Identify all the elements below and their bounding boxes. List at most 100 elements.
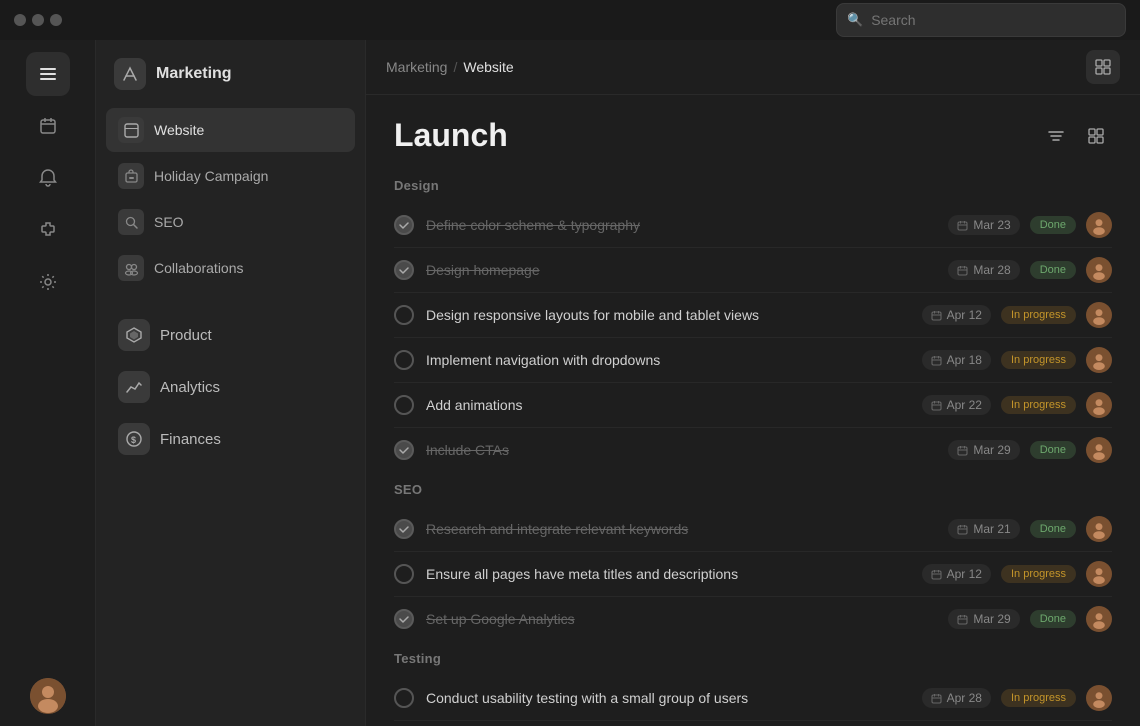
task-checkbox[interactable]	[394, 609, 414, 629]
task-item: Ensure all pages have meta titles and de…	[394, 552, 1112, 597]
section-label: Testing	[394, 651, 1112, 666]
task-avatar	[1086, 392, 1112, 418]
sidebar-icon-puzzle[interactable]	[26, 208, 70, 252]
task-item: Set up Google Analytics Mar 29 Done	[394, 597, 1112, 641]
nav-item-holiday-campaign[interactable]: Holiday Campaign	[106, 154, 355, 198]
task-avatar	[1086, 257, 1112, 283]
task-item: Implement navigation with dropdowns Apr …	[394, 338, 1112, 383]
task-status: Done	[1030, 610, 1076, 628]
task-meta: Mar 29Done	[948, 437, 1112, 463]
nav-section-analytics[interactable]: Analytics	[106, 362, 355, 412]
task-meta: Mar 23Done	[948, 212, 1112, 238]
finances-icon: $	[118, 423, 150, 455]
nav-section-product[interactable]: Product	[106, 310, 355, 360]
task-date: Mar 21	[948, 519, 1019, 539]
sidebar-icon-bell[interactable]	[26, 156, 70, 200]
task-date: Mar 28	[948, 260, 1019, 280]
task-checkbox[interactable]	[394, 395, 414, 415]
fullscreen-button[interactable]	[50, 14, 62, 26]
icon-sidebar	[0, 40, 96, 726]
task-avatar	[1086, 685, 1112, 711]
task-text: Define color scheme & typography	[426, 217, 936, 233]
minimize-button[interactable]	[32, 14, 44, 26]
svg-text:$: $	[131, 435, 136, 445]
task-date: Mar 29	[948, 609, 1019, 629]
task-status: Done	[1030, 520, 1076, 538]
nav-item-website-label: Website	[154, 122, 204, 138]
task-item: Conduct usability testing with a small g…	[394, 676, 1112, 721]
grid-view-button[interactable]	[1080, 120, 1112, 152]
task-avatar	[1086, 302, 1112, 328]
sidebar-icon-settings[interactable]	[26, 260, 70, 304]
nav-item-collaborations[interactable]: Collaborations	[106, 246, 355, 290]
section-label: Design	[394, 178, 1112, 193]
task-status: In progress	[1001, 306, 1076, 324]
task-meta: Mar 29 Done	[948, 606, 1112, 632]
task-checkbox[interactable]	[394, 440, 414, 460]
task-checkbox[interactable]	[394, 215, 414, 235]
task-checkbox[interactable]	[394, 519, 414, 539]
task-item: Research and integrate relevant keywords…	[394, 507, 1112, 552]
task-avatar	[1086, 606, 1112, 632]
task-avatar	[1086, 561, 1112, 587]
page-header-actions	[1040, 120, 1112, 152]
user-avatar[interactable]	[30, 678, 66, 714]
nav-items: Website Holiday Campaign	[96, 104, 365, 296]
task-item: Add animations Apr 22 In progress	[394, 383, 1112, 428]
task-avatar	[1086, 212, 1112, 238]
nav-item-seo[interactable]: SEO	[106, 200, 355, 244]
breadcrumb-current: Website	[463, 59, 513, 75]
section-design: Design Define color scheme & typography M…	[394, 178, 1112, 472]
task-status: Done	[1030, 216, 1076, 234]
close-button[interactable]	[14, 14, 26, 26]
task-text: Add animations	[426, 397, 910, 413]
product-icon	[118, 319, 150, 351]
nav-item-seo-label: SEO	[154, 214, 184, 230]
task-item: Design homepage Mar 28Done	[394, 248, 1112, 293]
content-area: Design Define color scheme & typography M…	[366, 168, 1140, 726]
task-status: In progress	[1001, 396, 1076, 414]
filter-button[interactable]	[1040, 120, 1072, 152]
task-text: Implement navigation with dropdowns	[426, 352, 910, 368]
nav-section-finances[interactable]: $ Finances	[106, 414, 355, 464]
task-text: Design responsive layouts for mobile and…	[426, 307, 910, 323]
task-checkbox[interactable]	[394, 260, 414, 280]
task-date: Apr 28	[922, 688, 991, 708]
nav-header-icon	[114, 58, 146, 90]
task-meta: Apr 18In progress	[922, 347, 1112, 373]
search-bar: 🔍	[836, 3, 1126, 37]
page-title: Launch	[394, 117, 508, 154]
website-icon	[118, 117, 144, 143]
collaborations-icon	[118, 255, 144, 281]
seo-icon	[118, 209, 144, 235]
task-checkbox[interactable]	[394, 688, 414, 708]
task-checkbox[interactable]	[394, 564, 414, 584]
sidebar-icon-list[interactable]	[26, 52, 70, 96]
sidebar-icon-calendar[interactable]	[26, 104, 70, 148]
task-status: In progress	[1001, 689, 1076, 707]
analytics-icon	[118, 371, 150, 403]
task-date: Apr 18	[922, 350, 991, 370]
task-avatar	[1086, 516, 1112, 542]
task-text: Conduct usability testing with a small g…	[426, 690, 910, 706]
holiday-campaign-icon	[118, 163, 144, 189]
task-date: Apr 22	[922, 395, 991, 415]
task-item: Test on different devices and browses fo…	[394, 721, 1112, 726]
task-text: Set up Google Analytics	[426, 611, 936, 627]
traffic-lights	[14, 14, 62, 26]
task-item: Define color scheme & typography Mar 23D…	[394, 203, 1112, 248]
task-date: Mar 29	[948, 440, 1019, 460]
titlebar: 🔍	[0, 0, 1140, 40]
task-text: Include CTAs	[426, 442, 936, 458]
layout-toggle-button[interactable]	[1086, 50, 1120, 84]
task-meta: Apr 28 In progress	[922, 685, 1112, 711]
task-checkbox[interactable]	[394, 305, 414, 325]
section-testing: Testing Conduct usability testing with a …	[394, 651, 1112, 726]
task-checkbox[interactable]	[394, 350, 414, 370]
nav-item-website[interactable]: Website	[106, 108, 355, 152]
task-item: Design responsive layouts for mobile and…	[394, 293, 1112, 338]
search-input[interactable]	[871, 12, 1115, 28]
task-avatar	[1086, 347, 1112, 373]
task-status: Done	[1030, 261, 1076, 279]
nav-sidebar: Marketing Website	[96, 40, 366, 726]
